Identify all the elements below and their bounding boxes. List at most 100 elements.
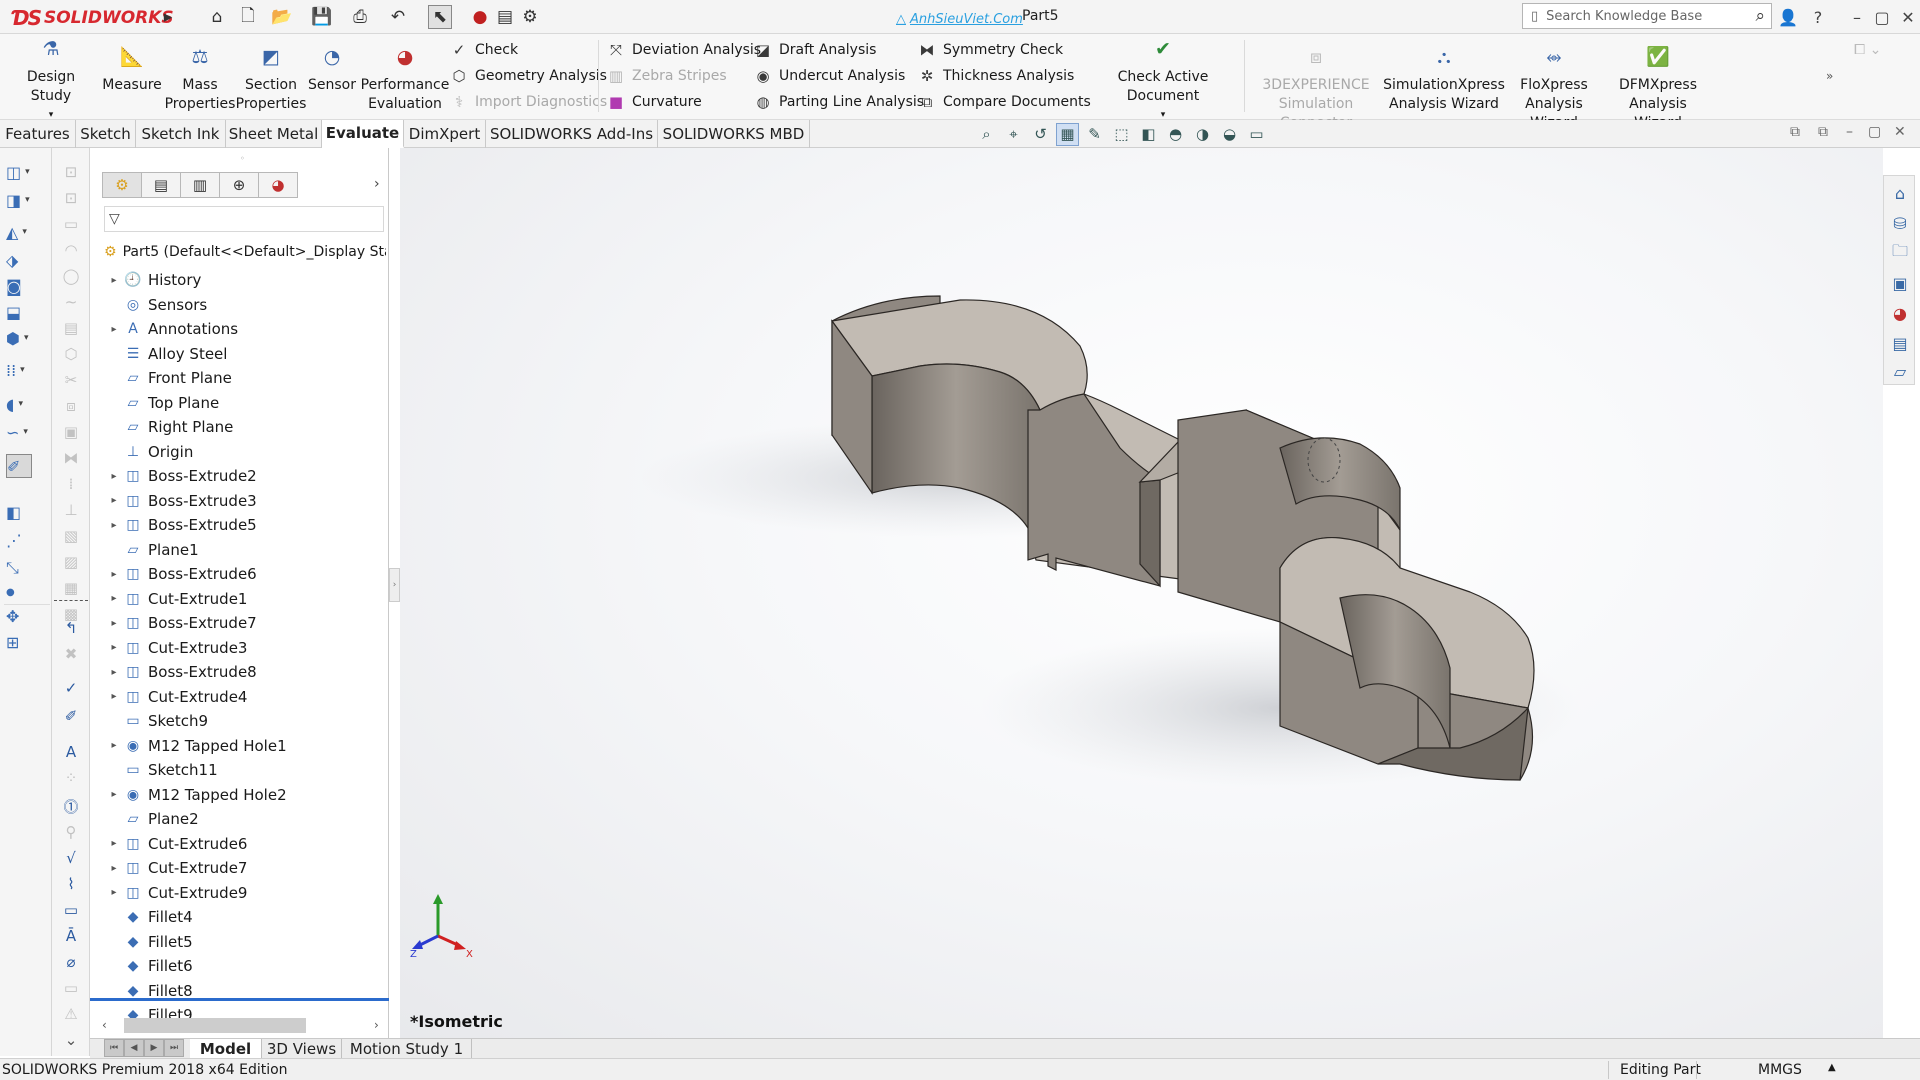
- paint-icon[interactable]: ✐: [58, 704, 84, 728]
- parting-line-analysis-button[interactable]: ◍ Parting Line Analysis: [754, 90, 924, 114]
- ribbon-pin-icon[interactable]: ⧠ ⌄: [1854, 38, 1881, 62]
- tree-item[interactable]: ◆ Fillet6: [106, 954, 193, 978]
- expand-arrow-icon[interactable]: ▸: [106, 642, 122, 653]
- tree-item[interactable]: ▸ ◫ Cut-Extrude6: [106, 832, 247, 856]
- loft-tool-icon[interactable]: ⬗: [6, 248, 42, 272]
- warning-icon[interactable]: ⚠: [58, 1002, 84, 1026]
- format-painter-icon[interactable]: ✖: [58, 642, 84, 666]
- tab-model[interactable]: Model: [190, 1039, 262, 1059]
- file-properties-icon[interactable]: ▤: [493, 5, 517, 29]
- arc-tool-icon[interactable]: ◠: [58, 238, 84, 262]
- configuration-manager-tab-icon[interactable]: ▥: [180, 172, 220, 198]
- select-icon[interactable]: ⬉: [428, 5, 452, 29]
- forum-icon[interactable]: ▱: [1888, 358, 1912, 384]
- tabs-scroll-right-icon[interactable]: ›: [374, 176, 380, 192]
- symmetry-check-button[interactable]: ⧓ Symmetry Check: [918, 38, 1064, 62]
- measure-button[interactable]: 📐 Measure: [100, 48, 164, 95]
- display-style-icon[interactable]: ◧: [1137, 123, 1160, 146]
- point-tool-icon[interactable]: ●: [6, 580, 42, 604]
- tab-sketch[interactable]: Sketch: [76, 120, 136, 148]
- tree-root-part[interactable]: ⚙ Part5 (Default<<Default>_Display State: [104, 244, 386, 260]
- tree-item[interactable]: ▱ Plane2: [106, 807, 199, 831]
- restore-icon[interactable]: ▢: [1870, 4, 1894, 30]
- tab-motion-study[interactable]: Motion Study 1: [342, 1039, 472, 1059]
- custom-properties-icon[interactable]: ▤: [1888, 330, 1912, 356]
- pattern-tool-icon[interactable]: ⁞⁞ ▾: [6, 358, 42, 382]
- expand-arrow-icon[interactable]: ▸: [106, 569, 122, 580]
- previous-view-icon[interactable]: ↺: [1029, 123, 1052, 146]
- abc-check-icon[interactable]: ✓: [58, 676, 84, 700]
- tree-item[interactable]: ⊥ Origin: [106, 440, 193, 464]
- undercut-analysis-button[interactable]: ◉ Undercut Analysis: [754, 64, 905, 88]
- line-tool-icon[interactable]: ⋰: [6, 528, 42, 552]
- ribbon-overflow-icon[interactable]: »: [1826, 64, 1833, 88]
- boundary-tool-icon[interactable]: ⬓: [6, 300, 42, 324]
- print-icon[interactable]: ⎙: [348, 5, 372, 29]
- tree-item[interactable]: ▸ ◫ Boss-Extrude6: [106, 562, 256, 586]
- revolve-tool-icon[interactable]: ◨ ▾: [6, 188, 42, 212]
- zebra-stripes-button[interactable]: ▥ Zebra Stripes: [607, 64, 727, 88]
- dynamic-annotation-icon[interactable]: ✎: [1083, 123, 1106, 146]
- hide-show-icon[interactable]: ◓: [1164, 123, 1187, 146]
- tree-item[interactable]: ▸ ◫ Cut-Extrude4: [106, 685, 247, 709]
- close-icon[interactable]: ✕: [1896, 4, 1920, 30]
- thickness-analysis-button[interactable]: ✲ Thickness Analysis: [918, 64, 1075, 88]
- balloon-icon[interactable]: ⁘: [58, 766, 84, 790]
- tree-item[interactable]: ◆ Fillet4: [106, 905, 193, 929]
- tree-item[interactable]: ▸ ◫ Boss-Extrude3: [106, 489, 256, 513]
- tree-item[interactable]: ▱ Right Plane: [106, 415, 234, 439]
- check-active-document-button[interactable]: ✔ Check Active Document ▾: [1088, 40, 1238, 125]
- compare-documents-button[interactable]: ⧉ Compare Documents: [918, 90, 1091, 114]
- expand-arrow-icon[interactable]: ▸: [106, 275, 122, 286]
- expand-arrow-icon[interactable]: ▸: [106, 691, 122, 702]
- solidworks-resources-icon[interactable]: ⌂: [1888, 180, 1912, 206]
- doc-restore-icon[interactable]: ⧉: [1818, 124, 1828, 140]
- view-settings-icon[interactable]: ▭: [1245, 123, 1268, 146]
- tree-item[interactable]: ☰ Alloy Steel: [106, 342, 228, 366]
- user-icon[interactable]: 👤: [1776, 4, 1800, 30]
- tree-item[interactable]: ◆ Fillet5: [106, 930, 193, 954]
- first-tab-icon[interactable]: ⏮: [104, 1039, 124, 1057]
- save-icon[interactable]: 💾: [310, 5, 334, 29]
- section-view-icon[interactable]: ▦: [1056, 122, 1079, 146]
- tree-item[interactable]: ◎ Sensors: [106, 293, 207, 317]
- doc-close-icon[interactable]: ✕: [1894, 124, 1906, 140]
- smart-dimension-icon[interactable]: ⤡: [6, 556, 42, 580]
- open-folder-icon[interactable]: 📂: [270, 5, 294, 29]
- view-orientation-icon[interactable]: ⬚: [1110, 123, 1133, 146]
- check-button[interactable]: ✓ Check: [450, 38, 518, 62]
- tree-item[interactable]: ▭ Sketch9: [106, 709, 208, 733]
- units-selector[interactable]: MMGS: [1758, 1062, 1802, 1078]
- tab-sheet-metal[interactable]: Sheet Metal: [226, 120, 322, 148]
- minimize-icon[interactable]: –: [1845, 4, 1869, 30]
- mass-properties-button[interactable]: ⚖ Mass Properties: [162, 48, 238, 114]
- tab-mbd[interactable]: SOLIDWORKS MBD: [658, 120, 810, 148]
- view-palette-icon[interactable]: ▣: [1888, 270, 1912, 296]
- rebuild-icon[interactable]: ●: [468, 5, 492, 29]
- import-diagnostics-button[interactable]: ⚕ Import Diagnostics: [450, 90, 607, 114]
- 3d-sketch-icon[interactable]: ⊡: [58, 186, 84, 210]
- rectangle-tool-icon[interactable]: ▭: [58, 212, 84, 236]
- zoom-area-icon[interactable]: ⌖: [1002, 123, 1025, 146]
- tab-dimxpert[interactable]: DimXpert: [404, 120, 486, 148]
- offset-tool-icon[interactable]: ⧈: [58, 394, 84, 418]
- expand-arrow-icon[interactable]: ▸: [106, 887, 122, 898]
- mirror-tool-icon[interactable]: ◖ ▾: [6, 392, 42, 416]
- tree-horizontal-scrollbar[interactable]: ‹ ›: [90, 1014, 389, 1036]
- tree-item[interactable]: ▸ ◫ Boss-Extrude8: [106, 660, 256, 684]
- toolbar-expand-icon[interactable]: ⌄: [58, 1028, 84, 1052]
- reference-geometry-icon[interactable]: ◧: [6, 500, 42, 524]
- geometry-analysis-button[interactable]: ⬡ Geometry Analysis: [450, 64, 607, 88]
- convert-tool-icon[interactable]: ▣: [58, 420, 84, 444]
- tree-item[interactable]: ▸ ◫ Boss-Extrude7: [106, 611, 256, 635]
- mirror-entities-icon[interactable]: ⧓: [58, 446, 84, 470]
- display-manager-tab-icon[interactable]: ◕: [258, 172, 298, 198]
- move-tool-icon[interactable]: ✥: [6, 604, 42, 628]
- tree-item[interactable]: ▸ ◫ Cut-Extrude3: [106, 636, 247, 660]
- expand-arrow-icon[interactable]: ▸: [106, 471, 122, 482]
- draft-analysis-button[interactable]: ◪ Draft Analysis: [754, 38, 877, 62]
- tab-features[interactable]: Features: [0, 120, 76, 148]
- performance-evaluation-button[interactable]: ◕ Performance Evaluation: [360, 48, 450, 114]
- tree-item[interactable]: ▸ ◉ M12 Tapped Hole2: [106, 783, 286, 807]
- spell-check-icon[interactable]: ↰: [58, 616, 84, 640]
